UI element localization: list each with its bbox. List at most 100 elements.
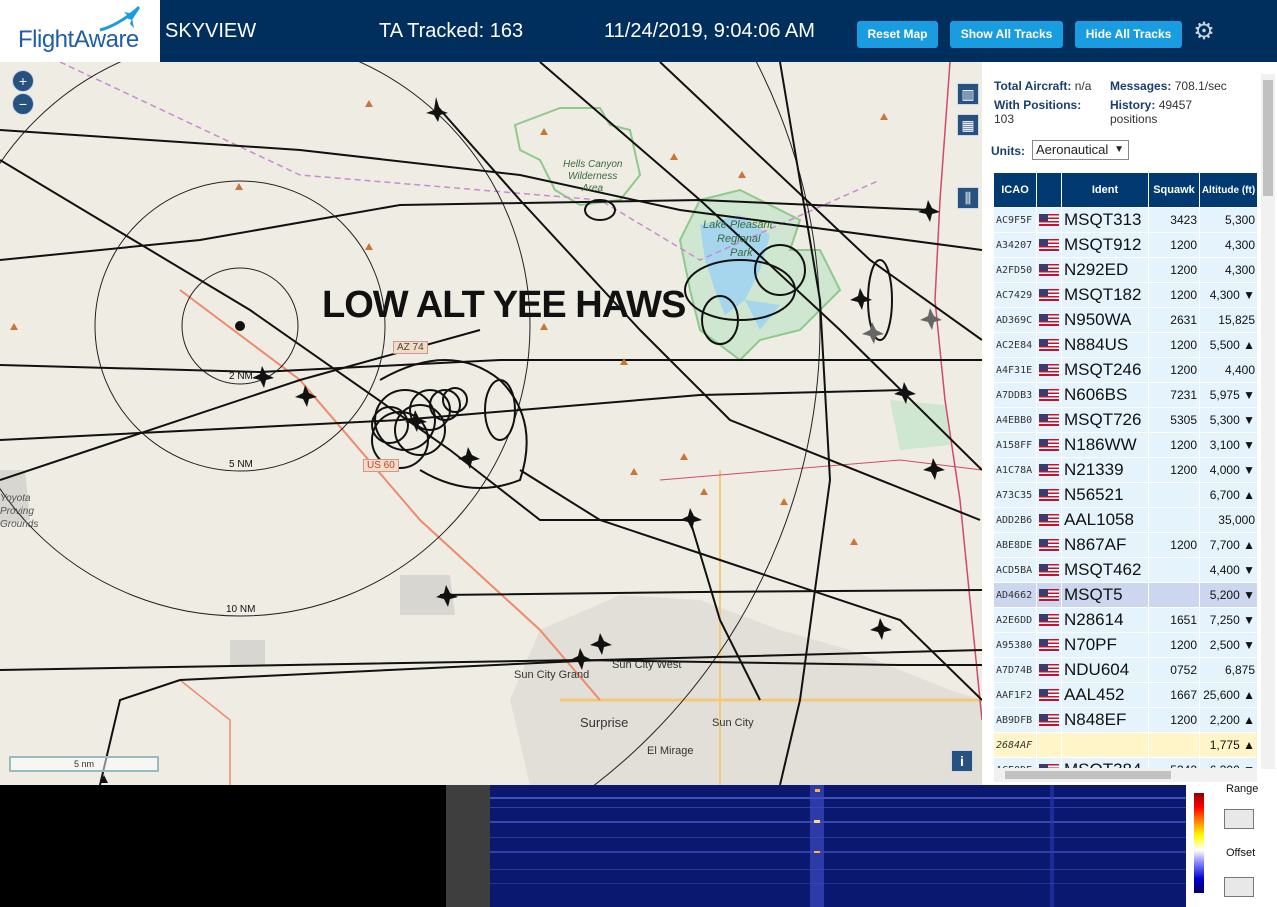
table-row[interactable]: A73C35 N56521 6,700 ▲ [993, 482, 1258, 508]
squawk-cell: 1200 [1148, 432, 1200, 458]
table-row[interactable]: AD4662 MSQT5 5,200 ▼ [993, 582, 1258, 608]
grid-icon[interactable]: ▦ [957, 114, 979, 136]
offset-slider[interactable] [1224, 877, 1254, 897]
altitude-cell: 4,300 [1199, 257, 1258, 283]
altitude-value: 4,300 [1209, 288, 1240, 302]
ident-cell: AAL1058 [1061, 507, 1149, 533]
us-flag-icon [1039, 688, 1059, 701]
icao-cell: A4F31E [993, 357, 1037, 383]
altitude-value: 15,825 [1218, 313, 1255, 327]
squawk-cell [1148, 582, 1200, 608]
map-annotation: LOW ALT YEE HAWS [322, 284, 686, 326]
table-row[interactable]: AAF1F2 AAL452 1667 25,600 ▲ [993, 682, 1258, 708]
history: History: 49457 positions [1110, 98, 1220, 126]
altitude-cell: 5,300 [1199, 207, 1258, 233]
gear-icon[interactable]: ⚙ [1191, 19, 1217, 45]
altitude-value: 1,775 [1209, 738, 1240, 752]
range-label-2nm: 2 NM [229, 371, 253, 382]
map-layer-icon[interactable]: ▥ [957, 83, 979, 105]
boundary-line [934, 62, 982, 721]
scrollbar-thumb[interactable] [1005, 771, 1171, 779]
range-label-10nm: 10 NM [226, 604, 256, 615]
table-row[interactable]: A4F31E MSQT246 1200 4,400 [993, 357, 1258, 383]
table-row[interactable]: A95380 N70PF 1200 2,500 ▼ [993, 632, 1258, 658]
place-label: Yoyota [0, 493, 31, 504]
table-row[interactable]: A7DDB3 N606BS 7231 5,975 ▼ [993, 382, 1258, 408]
altitude-value: 5,200 [1209, 588, 1240, 602]
ident-cell: N867AF [1061, 532, 1149, 558]
table-row[interactable]: AC7429 MSQT182 1200 4,300 ▼ [993, 282, 1258, 308]
table-row[interactable]: A158FF N186WW 1200 3,100 ▼ [993, 432, 1258, 458]
info-button[interactable]: i [951, 750, 973, 772]
flag-cell [1036, 207, 1062, 233]
table-row[interactable]: A34207 MSQT912 1200 4,300 [993, 232, 1258, 258]
table-row[interactable]: A2FD50 N292ED 1200 4,300 [993, 257, 1258, 283]
ident-cell [1061, 732, 1149, 758]
altitude-value: 2,500 [1209, 638, 1240, 652]
altitude-cell: 2,200 ▲ [1199, 707, 1258, 733]
col-icao[interactable]: ICAO [993, 172, 1037, 208]
units-select[interactable]: Aeronautical ▼ [1032, 140, 1129, 160]
table-row[interactable]: A4EBB0 MSQT726 5305 5,300 ▼ [993, 407, 1258, 433]
flightaware-logo[interactable]: FlightAware [0, 0, 160, 62]
trend-icon: ▲ [1243, 538, 1255, 552]
flag-cell [1036, 357, 1062, 383]
icao-cell: AD4662 [993, 582, 1037, 608]
offset-label: Offset [1226, 847, 1256, 859]
horizontal-scrollbar[interactable] [995, 768, 1257, 782]
table-row[interactable]: A2E6DD N28614 1651 7,250 ▼ [993, 607, 1258, 633]
us-flag-icon [1039, 438, 1059, 451]
col-ident[interactable]: Ident [1061, 172, 1149, 208]
table-row[interactable]: AB9DFB N848EF 1200 2,200 ▲ [993, 707, 1258, 733]
icao-cell: A34207 [993, 232, 1037, 258]
ident-cell: N950WA [1061, 307, 1149, 333]
vertical-scrollbar[interactable] [1261, 74, 1275, 769]
squawk-cell: 1200 [1148, 232, 1200, 258]
flag-cell [1036, 707, 1062, 733]
us-flag-icon [1039, 313, 1059, 326]
place-label: Area [582, 183, 604, 194]
show-all-tracks-button[interactable]: Show All Tracks [950, 21, 1063, 48]
table-row[interactable]: ADD2B6 AAL1058 35,000 [993, 507, 1258, 533]
colorbar [1194, 793, 1204, 893]
col-squawk[interactable]: Squawk [1148, 172, 1200, 208]
zoom-in-button[interactable]: + [12, 70, 34, 92]
range-slider[interactable] [1224, 809, 1254, 829]
total-aircraft-value: n/a [1074, 79, 1092, 93]
table-row[interactable]: AC2E84 N884US 1200 5,500 ▲ [993, 332, 1258, 358]
chevron-down-icon: ▼ [1114, 144, 1124, 155]
squawk-cell [1148, 557, 1200, 583]
trend-icon: ▲ [1243, 488, 1255, 502]
table-row[interactable]: A1C78A N21339 1200 4,000 ▼ [993, 457, 1258, 483]
columns-icon[interactable]: ⫼ [957, 187, 979, 209]
table-row[interactable]: A7D74B NDU604 0752 6,875 [993, 657, 1258, 683]
hide-all-tracks-button[interactable]: Hide All Tracks [1075, 21, 1182, 48]
us-flag-icon [1039, 413, 1059, 426]
icao-cell: ACD5BA [993, 557, 1037, 583]
us-flag-icon [1039, 538, 1059, 551]
flag-cell [1036, 332, 1062, 358]
reset-map-button[interactable]: Reset Map [857, 21, 938, 48]
trend-icon: ▲ [1243, 338, 1255, 352]
col-flag[interactable] [1036, 172, 1062, 208]
messages-label: Messages: [1110, 79, 1172, 93]
map-view[interactable]: LOW ALT YEE HAWS 2 NM 5 NM 10 NM Hells C… [0, 62, 982, 785]
place-label: Wilderness [568, 171, 618, 182]
table-row[interactable]: ACD5BA MSQT462 4,400 ▼ [993, 557, 1258, 583]
with-positions: With Positions: 103 [994, 98, 1106, 126]
scrollbar-thumb[interactable] [1263, 80, 1273, 196]
us-flag-icon [1039, 263, 1059, 276]
table-row[interactable]: AD369C N950WA 2631 15,825 [993, 307, 1258, 333]
col-altitude[interactable]: Altitude (ft) [1199, 172, 1258, 208]
zoom-out-button[interactable]: − [12, 93, 34, 115]
icao-cell: A158FF [993, 432, 1037, 458]
altitude-cell: 7,250 ▼ [1199, 607, 1258, 633]
trend-icon: ▼ [1243, 413, 1255, 427]
icao-cell: A7DDB3 [993, 382, 1037, 408]
table-row[interactable]: ABE8DE N867AF 1200 7,700 ▲ [993, 532, 1258, 558]
place-label: Lake Pleasant [703, 219, 773, 231]
table-row[interactable]: 2684AF 1,775 ▲ [993, 732, 1258, 758]
altitude-value: 7,250 [1209, 613, 1240, 627]
table-row[interactable]: AC9F5F MSQT313 3423 5,300 [993, 207, 1258, 233]
icao-cell: AAF1F2 [993, 682, 1037, 708]
